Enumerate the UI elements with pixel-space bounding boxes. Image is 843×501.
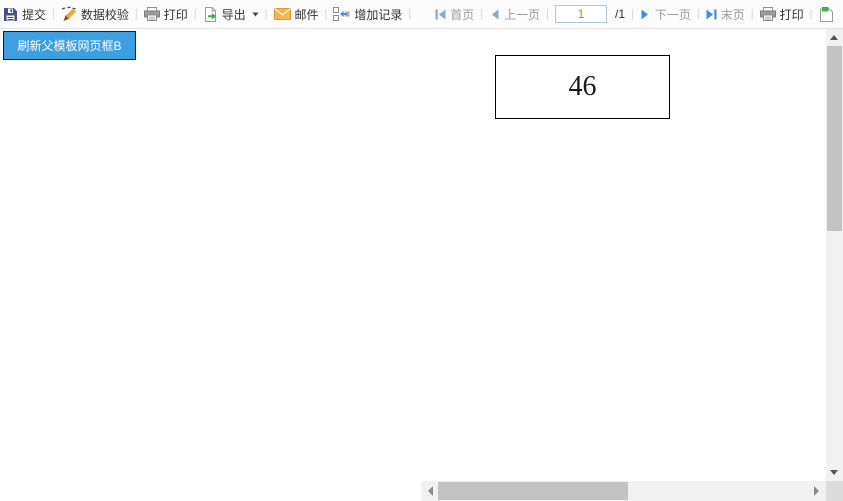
add-record-icon (333, 7, 350, 21)
scroll-up-arrow-icon[interactable] (830, 35, 838, 40)
validate-button[interactable]: 数据校验 (61, 6, 129, 23)
separator: | (193, 8, 197, 20)
validate-label: 数据校验 (80, 7, 129, 22)
page-total-label: /1 (615, 7, 626, 21)
separator: | (631, 8, 634, 20)
printer-icon (759, 7, 776, 21)
toolbar: 提交 | 数据校验 | 打印 | 导出 | 邮件 | 增加记录 | 首页 | 上… (0, 0, 843, 29)
scroll-left-arrow-icon[interactable] (428, 486, 433, 496)
horizontal-scrollbar-thumb[interactable] (438, 482, 628, 500)
separator: | (546, 8, 549, 20)
printer-icon (143, 7, 160, 21)
next-page-icon (641, 9, 648, 19)
separator: | (264, 8, 268, 20)
scrollbar-corner (826, 481, 843, 501)
export-icon (204, 6, 217, 22)
mail-icon (273, 8, 291, 20)
last-page-icon (706, 9, 717, 19)
separator: | (52, 8, 55, 20)
next-page-button[interactable]: 下一页 (640, 6, 691, 23)
separator: | (408, 8, 412, 20)
first-page-label: 首页 (450, 7, 475, 22)
next-page-label: 下一页 (654, 7, 691, 22)
prev-page-icon (492, 9, 499, 19)
separator: | (480, 8, 484, 20)
prev-page-button[interactable]: 上一页 (489, 6, 540, 23)
print-label: 打印 (163, 7, 188, 22)
export-button[interactable]: 导出 (203, 6, 259, 23)
page-number-input[interactable] (555, 5, 607, 23)
separator: | (809, 8, 813, 20)
prev-page-label: 上一页 (504, 7, 541, 22)
page-green-corner-icon (819, 6, 833, 22)
last-page-button[interactable]: 末页 (706, 6, 745, 23)
save-icon (4, 7, 17, 21)
report-cell-value[interactable]: 46 (495, 55, 670, 119)
horizontal-scrollbar[interactable] (421, 481, 826, 501)
chevron-down-icon (252, 12, 259, 16)
separator: | (750, 8, 754, 20)
add-record-label: 增加记录 (354, 7, 403, 22)
print-label-2: 打印 (779, 7, 804, 22)
vertical-scrollbar[interactable] (826, 29, 843, 481)
scroll-down-arrow-icon[interactable] (830, 470, 838, 475)
first-page-button[interactable]: 首页 (435, 6, 474, 23)
first-page-icon (435, 9, 446, 19)
submit-label: 提交 (22, 7, 47, 22)
add-record-button[interactable]: 增加记录 (333, 6, 402, 23)
scroll-right-arrow-icon[interactable] (814, 486, 819, 496)
last-page-label: 末页 (720, 7, 745, 22)
print-button-2[interactable]: 打印 (759, 6, 804, 23)
separator: | (324, 8, 328, 20)
export-label: 导出 (221, 7, 246, 22)
separator: | (134, 8, 138, 20)
separator: | (696, 8, 700, 20)
mail-button[interactable]: 邮件 (273, 6, 319, 23)
refresh-parent-frame-button[interactable]: 刷新父模板网页框B (3, 31, 136, 60)
mail-label: 邮件 (294, 7, 319, 22)
print-button[interactable]: 打印 (143, 6, 188, 23)
partial-export-button[interactable] (819, 6, 834, 22)
pen-check-icon (61, 6, 77, 21)
submit-button[interactable]: 提交 (3, 6, 46, 23)
vertical-scrollbar-thumb[interactable] (827, 46, 842, 231)
